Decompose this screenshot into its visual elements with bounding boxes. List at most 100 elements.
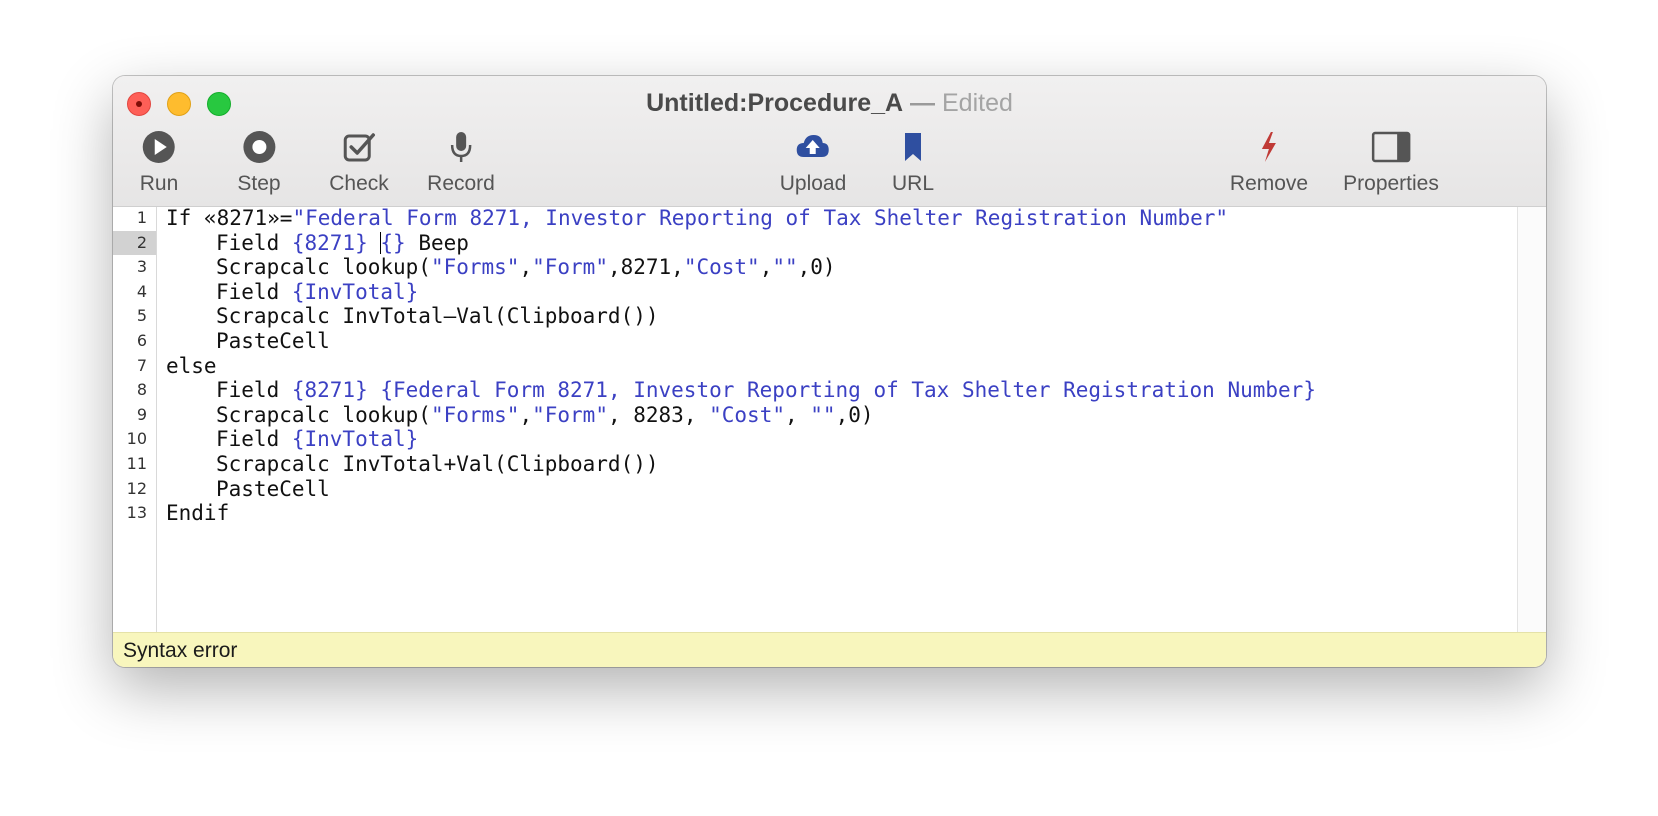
code-token: Beep — [405, 230, 469, 255]
bookmark-icon — [904, 133, 921, 161]
play-circle-icon — [143, 131, 175, 163]
record-label: Record — [427, 172, 495, 195]
code-token: ,0) — [797, 255, 836, 280]
line-number: 7 — [136, 355, 147, 375]
step-label: Step — [237, 172, 281, 195]
document-name: Untitled:Procedure_A — [646, 89, 904, 117]
code-token: Field — [216, 279, 292, 304]
code-token: Field — [216, 378, 292, 403]
line-number: 3 — [136, 257, 147, 277]
code-token: , — [759, 255, 773, 280]
code-token: else — [166, 353, 217, 378]
code-literal: {InvTotal} — [291, 279, 419, 304]
line-number: 1 — [136, 208, 147, 227]
microphone-icon — [450, 132, 472, 162]
code-token: Field — [216, 230, 292, 255]
titlebar: Untitled:Procedure_A — Edited Run Step C… — [113, 76, 1546, 207]
line-number: 9 — [136, 404, 147, 424]
upload-label: Upload — [779, 172, 847, 195]
code-literal: "Cost" — [709, 402, 785, 427]
code-literal: {InvTotal} — [291, 427, 419, 452]
line-number: 8 — [136, 380, 147, 400]
code-literal: "" — [810, 402, 836, 427]
code-token: PasteCell — [216, 476, 330, 501]
code-literal: {Federal Form 8271, Investor Reporting o… — [380, 378, 1316, 403]
code-token: , — [519, 402, 533, 427]
code-line[interactable]: Endif — [166, 501, 229, 526]
url-button[interactable]: URL — [892, 130, 934, 196]
code-literal: "Form" — [532, 402, 608, 427]
code-token: Field — [216, 427, 292, 452]
window-title: Untitled:Procedure_A — Edited — [113, 86, 1546, 120]
code-line[interactable]: Field {InvTotal} — [216, 280, 418, 305]
step-button[interactable]: Step — [237, 130, 281, 196]
code-literal: "" — [772, 255, 798, 280]
edited-indicator: Edited — [942, 89, 1013, 117]
code-editor[interactable]: 1 2 3 4 5 6 7 8 9 10 11 12 13 If «8271»="Federal For… — [113, 206, 1546, 632]
record-button[interactable]: Record — [427, 130, 495, 196]
status-bar: Syntax error — [113, 632, 1546, 667]
code-line[interactable]: Field {8271} {Federal Form 8271, Investo… — [216, 378, 1316, 403]
code-line[interactable]: Field {8271} {} Beep — [216, 231, 469, 256]
line-number: 10 — [126, 429, 147, 449]
check-button[interactable]: Check — [329, 130, 389, 196]
code-line[interactable]: Field {InvTotal} — [216, 427, 418, 452]
remove-label: Remove — [1229, 172, 1309, 195]
code-line[interactable]: PasteCell — [216, 329, 330, 354]
properties-label: Properties — [1343, 172, 1439, 195]
cloud-upload-icon — [797, 135, 829, 157]
line-number: 2 — [113, 230, 156, 256]
line-number: 4 — [136, 281, 147, 301]
line-number: 12 — [126, 478, 147, 498]
code-token: , 8283, — [607, 402, 710, 427]
code-literal: {8271} — [291, 378, 368, 403]
code-line[interactable]: If «8271»="Federal Form 8271, Investor R… — [166, 206, 1228, 231]
code-literal: "Forms" — [430, 255, 520, 280]
properties-button[interactable]: Properties — [1343, 130, 1439, 196]
code-literal: {} — [380, 230, 406, 255]
code-token: Scrapcalc lookup( — [216, 255, 431, 280]
code-token: , — [784, 402, 811, 427]
status-message: Syntax error — [123, 639, 238, 662]
code-token: , — [519, 255, 533, 280]
code-token: PasteCell — [216, 329, 330, 353]
procedure-editor-window: Untitled:Procedure_A — Edited Run Step C… — [113, 76, 1546, 667]
line-number: 6 — [136, 331, 147, 350]
code-token: Endif — [166, 501, 230, 526]
code-line[interactable]: Scrapcalc lookup("Forms","Form", 8283, "… — [216, 403, 874, 428]
run-button[interactable]: Run — [139, 130, 179, 196]
run-label: Run — [139, 172, 179, 195]
code-literal: "Forms" — [430, 402, 520, 427]
remove-button[interactable]: Remove — [1230, 130, 1308, 196]
code-token: ,0) — [835, 402, 874, 427]
code-literal: "Cost" — [683, 255, 760, 280]
check-label: Check — [329, 172, 389, 195]
code-literal: "Federal Form 8271, Investor Reporting o… — [292, 206, 1229, 230]
code-token: Scrapcalc lookup( — [216, 402, 431, 427]
lightning-bolt-icon — [1261, 132, 1276, 162]
title-separator: — — [910, 89, 936, 117]
code-token: ,8271, — [607, 255, 684, 280]
vertical-scrollbar[interactable] — [1517, 207, 1546, 632]
code-literal: {8271} — [291, 230, 368, 255]
line-number: 11 — [126, 454, 147, 473]
url-label: URL — [891, 172, 935, 195]
code-line[interactable]: Scrapcalc InvTotal+Val(Clipboard()) — [216, 452, 659, 477]
step-circle-icon — [242, 131, 275, 163]
checkbox-icon — [343, 133, 375, 162]
code-line[interactable]: else — [166, 354, 217, 379]
code-token: Scrapcalc InvTotal–Val(Clipboard()) — [216, 304, 659, 329]
line-number: 5 — [136, 306, 147, 326]
upload-button[interactable]: Upload — [779, 130, 847, 196]
code-line[interactable]: Scrapcalc lookup("Forms","Form",8271,"Co… — [216, 255, 836, 280]
code-literal: "Form" — [532, 255, 608, 280]
code-line[interactable]: Scrapcalc InvTotal–Val(Clipboard()) — [216, 304, 659, 329]
code-token: If «8271»= — [166, 206, 293, 230]
code-token: Scrapcalc InvTotal+Val(Clipboard()) — [216, 452, 659, 476]
sidebar-panel-icon — [1371, 131, 1411, 163]
code-line[interactable]: PasteCell — [216, 477, 330, 502]
line-number: 13 — [126, 503, 147, 523]
line-number-gutter: 1 2 3 4 5 6 7 8 9 10 11 12 13 — [113, 207, 157, 632]
